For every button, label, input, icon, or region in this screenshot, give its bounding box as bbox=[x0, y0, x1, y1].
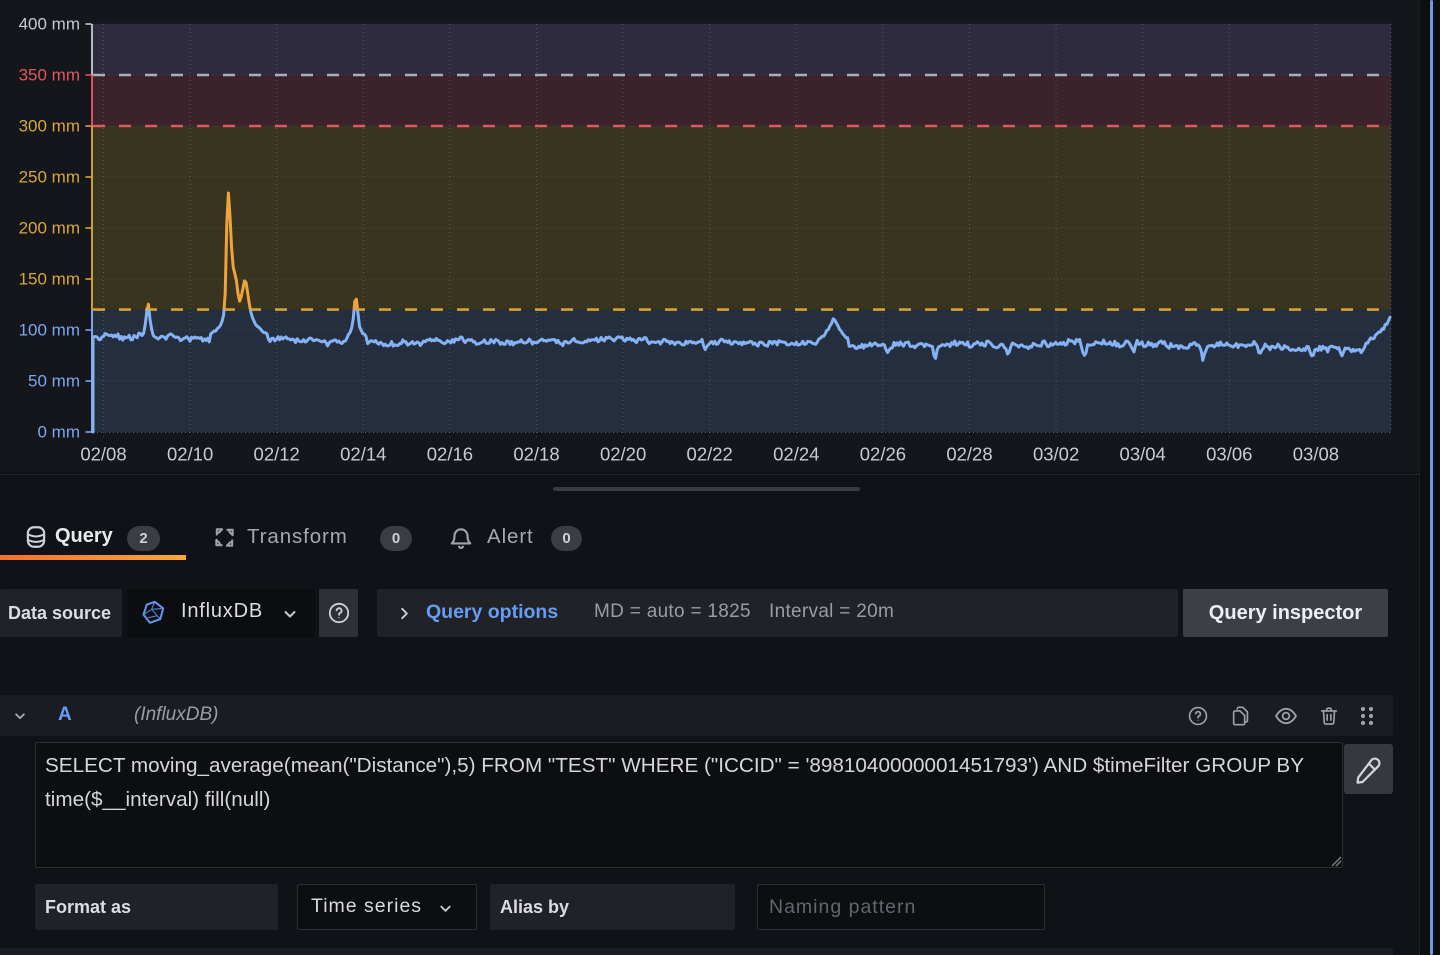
svg-text:200 mm: 200 mm bbox=[19, 219, 80, 238]
svg-text:02/08: 02/08 bbox=[80, 444, 126, 465]
svg-text:300 mm: 300 mm bbox=[19, 117, 80, 136]
svg-text:02/10: 02/10 bbox=[167, 444, 213, 465]
svg-text:02/18: 02/18 bbox=[513, 444, 559, 465]
svg-text:03/06: 03/06 bbox=[1206, 444, 1252, 465]
svg-text:02/14: 02/14 bbox=[340, 444, 386, 465]
svg-text:03/04: 03/04 bbox=[1120, 444, 1166, 465]
svg-text:02/26: 02/26 bbox=[860, 444, 906, 465]
svg-text:02/24: 02/24 bbox=[773, 444, 819, 465]
svg-text:02/22: 02/22 bbox=[687, 444, 733, 465]
svg-text:02/20: 02/20 bbox=[600, 444, 646, 465]
svg-text:100 mm: 100 mm bbox=[19, 321, 80, 340]
svg-text:250 mm: 250 mm bbox=[19, 168, 80, 187]
svg-text:150 mm: 150 mm bbox=[19, 270, 80, 289]
svg-text:02/12: 02/12 bbox=[254, 444, 300, 465]
svg-text:350 mm: 350 mm bbox=[19, 66, 80, 85]
svg-text:400 mm: 400 mm bbox=[19, 15, 80, 34]
svg-text:02/28: 02/28 bbox=[946, 444, 992, 465]
svg-text:02/16: 02/16 bbox=[427, 444, 473, 465]
svg-text:03/08: 03/08 bbox=[1293, 444, 1339, 465]
svg-text:50 mm: 50 mm bbox=[28, 372, 80, 391]
svg-text:03/02: 03/02 bbox=[1033, 444, 1079, 465]
svg-text:0 mm: 0 mm bbox=[38, 423, 81, 442]
